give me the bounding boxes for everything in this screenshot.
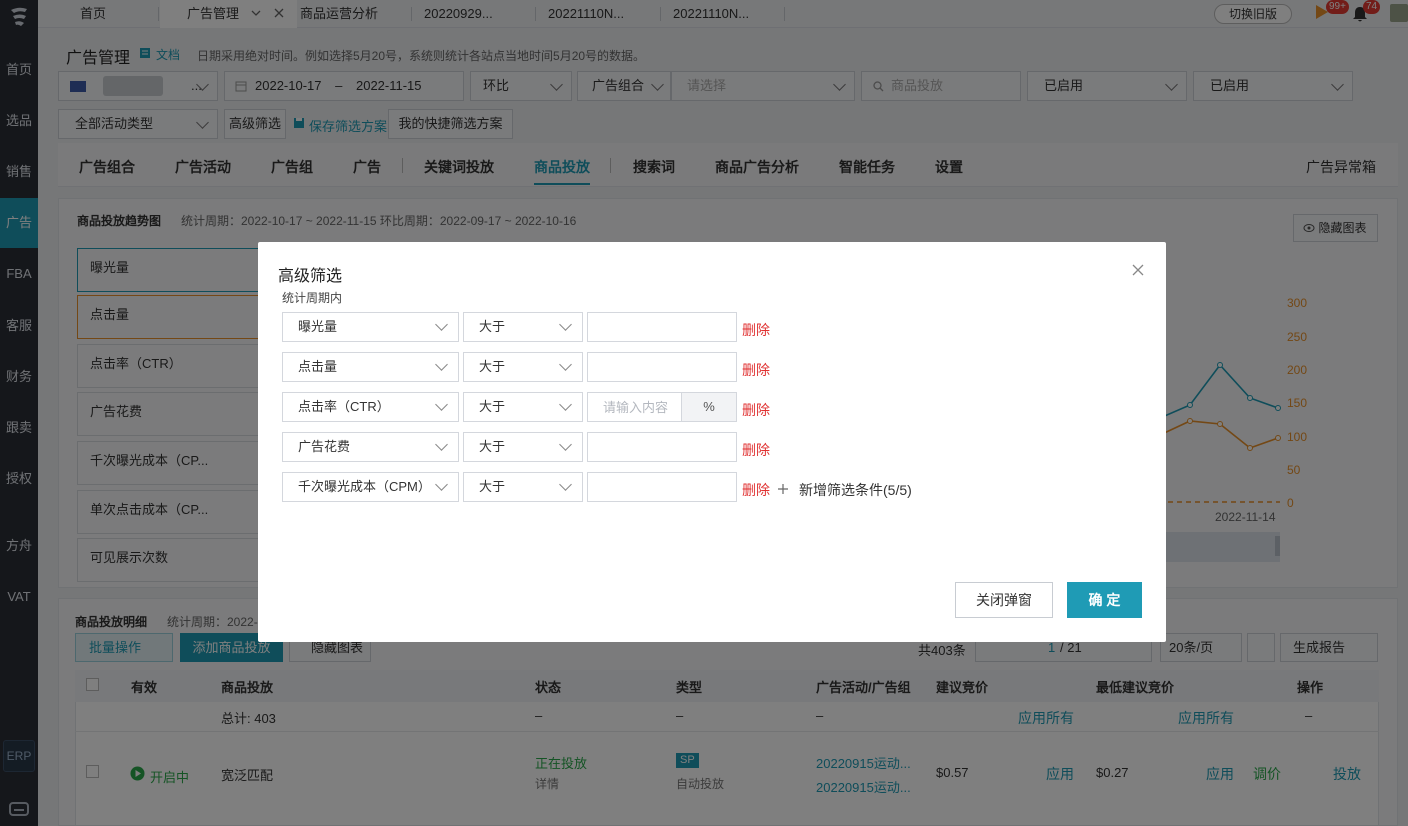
condition-4-value[interactable]: [603, 433, 736, 461]
condition-3-operator-select[interactable]: 大于: [463, 392, 583, 422]
condition-3-value-input[interactable]: [587, 392, 682, 422]
condition-4-metric-select[interactable]: 广告花费: [282, 432, 459, 462]
condition-5-value-input[interactable]: [587, 472, 737, 502]
condition-2-metric: 点击量: [298, 359, 338, 374]
plus-icon[interactable]: [777, 483, 789, 495]
condition-1-value[interactable]: [603, 313, 736, 341]
condition-3-value[interactable]: [603, 393, 681, 421]
condition-2-metric-select[interactable]: 点击量: [282, 352, 459, 382]
advanced-filter-dialog: 高级筛选 统计周期内 曝光量 大于 删除 点击量 大于 删除 点击率（CTR） …: [258, 242, 1166, 642]
condition-2-value[interactable]: [603, 353, 736, 381]
condition-5-delete[interactable]: 删除: [742, 480, 770, 500]
condition-5-value[interactable]: [603, 473, 736, 501]
condition-1-value-input[interactable]: [587, 312, 737, 342]
condition-1-metric: 曝光量: [298, 319, 338, 334]
condition-1-operator-select[interactable]: 大于: [463, 312, 583, 342]
percent-unit-addon: %: [681, 392, 737, 422]
confirm-button[interactable]: 确 定: [1067, 582, 1142, 618]
condition-2-value-input[interactable]: [587, 352, 737, 382]
condition-3-delete[interactable]: 删除: [742, 400, 770, 420]
condition-3-metric: 点击率（CTR）: [298, 399, 390, 414]
condition-1-operator: 大于: [479, 319, 506, 334]
condition-4-metric: 广告花费: [298, 439, 351, 454]
condition-5-metric: 千次曝光成本（CPM）: [298, 479, 431, 494]
condition-2-delete[interactable]: 删除: [742, 360, 770, 380]
condition-5-operator-select[interactable]: 大于: [463, 472, 583, 502]
condition-4-value-input[interactable]: [587, 432, 737, 462]
add-condition-button[interactable]: 新增筛选条件(5/5): [799, 480, 912, 500]
condition-5-metric-select[interactable]: 千次曝光成本（CPM）: [282, 472, 459, 502]
condition-2-operator-select[interactable]: 大于: [463, 352, 583, 382]
condition-3-operator: 大于: [479, 399, 506, 414]
condition-1-delete[interactable]: 删除: [742, 320, 770, 340]
close-icon[interactable]: [1131, 263, 1145, 277]
close-dialog-button[interactable]: 关闭弹窗: [955, 582, 1053, 618]
condition-4-operator-select[interactable]: 大于: [463, 432, 583, 462]
condition-4-delete[interactable]: 删除: [742, 440, 770, 460]
condition-5-operator: 大于: [479, 479, 506, 494]
condition-2-operator: 大于: [479, 359, 506, 374]
dialog-title: 高级筛选: [278, 268, 343, 285]
dialog-subtitle: 统计周期内: [282, 291, 343, 305]
condition-4-operator: 大于: [479, 439, 506, 454]
condition-3-metric-select[interactable]: 点击率（CTR）: [282, 392, 459, 422]
condition-1-metric-select[interactable]: 曝光量: [282, 312, 459, 342]
